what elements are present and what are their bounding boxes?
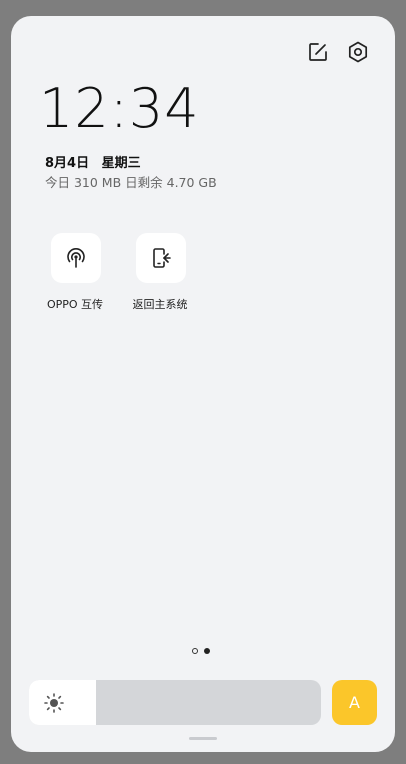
return-main-system-tile[interactable] bbox=[136, 233, 186, 283]
control-panel: 12:34 8月4日 星期三 今日 310 MB 日剩余 4.70 GB OPP… bbox=[11, 16, 395, 752]
page-dot-2[interactable] bbox=[204, 648, 210, 654]
weekday-text: 星期三 bbox=[101, 156, 141, 171]
data-usage-text: 今日 310 MB 日剩余 4.70 GB bbox=[45, 175, 217, 190]
date-line: 8月4日 星期三 bbox=[45, 152, 149, 171]
edit-button[interactable] bbox=[306, 40, 330, 64]
exit-system-icon bbox=[153, 248, 171, 268]
home-indicator[interactable] bbox=[189, 737, 217, 740]
page-indicator bbox=[192, 648, 210, 654]
oppo-share-label: OPPO 互传 bbox=[46, 298, 104, 311]
share-signal-icon bbox=[67, 248, 85, 268]
edit-icon bbox=[309, 43, 327, 61]
brightness-slider[interactable] bbox=[29, 680, 321, 725]
gear-icon bbox=[348, 41, 368, 63]
return-main-system-label: 返回主系统 bbox=[132, 298, 188, 311]
clock-time: 12:34 bbox=[39, 77, 200, 140]
oppo-share-tile[interactable] bbox=[51, 233, 101, 283]
auto-brightness-button[interactable]: A bbox=[332, 680, 377, 725]
sun-icon bbox=[44, 693, 64, 713]
page-dot-1[interactable] bbox=[192, 648, 198, 654]
date-text: 8月4日 bbox=[45, 156, 90, 171]
settings-button[interactable] bbox=[346, 40, 370, 64]
